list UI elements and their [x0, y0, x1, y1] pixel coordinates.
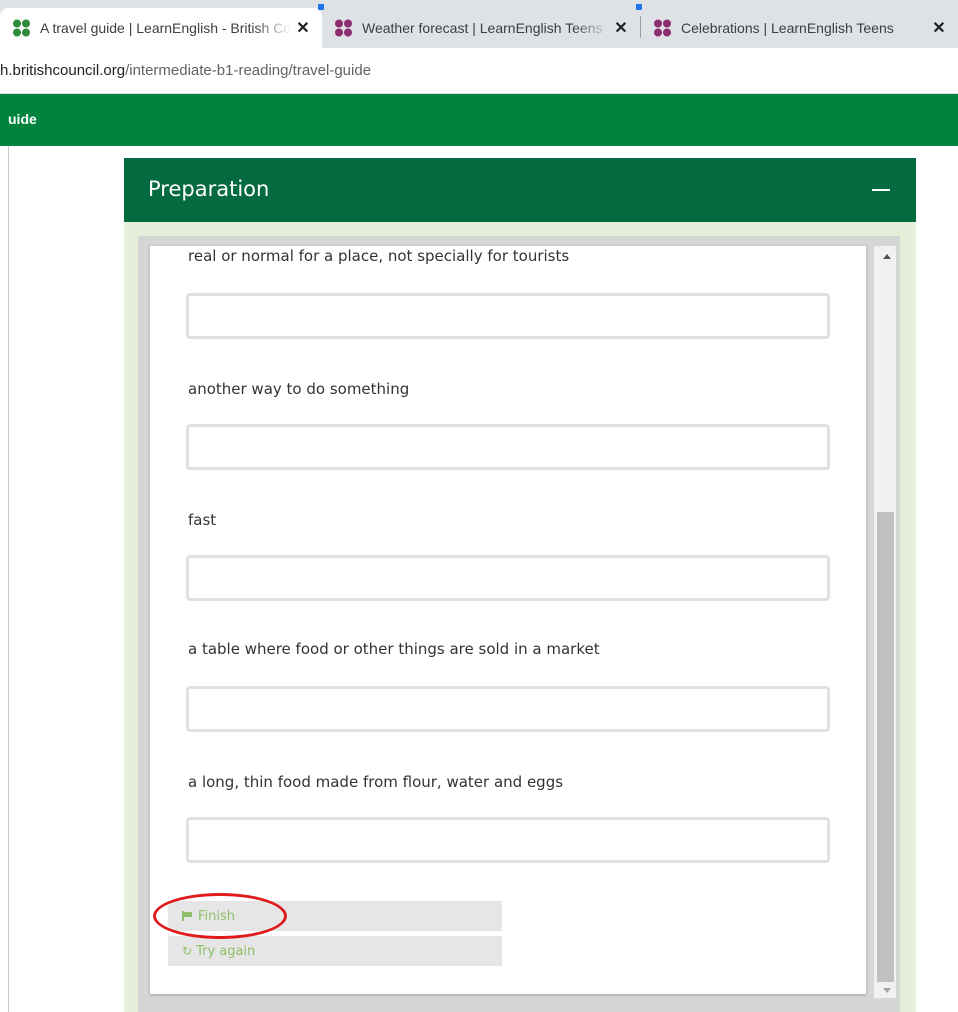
page-divider: [8, 146, 9, 1012]
url-text[interactable]: h.britishcouncil.org/intermediate-b1-rea…: [0, 62, 371, 79]
close-tab-icon[interactable]: ✕: [928, 18, 950, 38]
highlight-ellipse: [153, 893, 287, 939]
collapse-icon[interactable]: [872, 189, 890, 191]
question-prompt: real or normal for a place, not speciall…: [188, 247, 570, 265]
exercise-sheet: [150, 246, 866, 994]
learnenglish-teens-favicon-icon: [335, 19, 352, 37]
scroll-down-arrow-icon[interactable]: [883, 988, 891, 993]
tab-title: A travel guide | LearnEnglish - British …: [40, 20, 292, 36]
tab-title: Weather forecast | LearnEnglish Teens: [362, 20, 603, 36]
tab-celebrations[interactable]: Celebrations | LearnEnglish Teens ✕: [641, 8, 958, 48]
site-header-label[interactable]: uide: [8, 111, 37, 127]
scrollbar-thumb[interactable]: [877, 512, 894, 982]
learnenglish-teens-favicon-icon: [654, 19, 671, 37]
answer-input[interactable]: [186, 424, 830, 470]
try-again-label: Try again: [196, 943, 256, 959]
tab-travel-guide[interactable]: A travel guide | LearnEnglish - British …: [0, 8, 322, 48]
refresh-icon: ↻: [182, 944, 193, 958]
answer-input[interactable]: [186, 555, 830, 601]
url-path: /intermediate-b1-reading/travel-guide: [125, 62, 372, 79]
url-host: h.britishcouncil.org: [0, 62, 126, 79]
tab-title: Celebrations | LearnEnglish Teens: [681, 20, 894, 36]
site-header: uide: [0, 94, 958, 146]
answer-input[interactable]: [186, 817, 830, 863]
scroll-up-arrow-icon[interactable]: [883, 254, 891, 259]
learnenglish-favicon-icon: [13, 19, 30, 37]
close-tab-icon[interactable]: ✕: [292, 18, 314, 38]
close-tab-icon[interactable]: ✕: [610, 18, 632, 38]
answer-input[interactable]: [186, 293, 830, 339]
try-again-button[interactable]: ↻ Try again: [168, 936, 502, 966]
question-prompt: another way to do something: [188, 380, 410, 398]
panel-header[interactable]: Preparation: [124, 158, 916, 222]
question-prompt: a table where food or other things are s…: [188, 640, 600, 658]
address-bar[interactable]: h.britishcouncil.org/intermediate-b1-rea…: [0, 48, 958, 94]
question-prompt: fast: [188, 511, 217, 529]
tab-weather-forecast[interactable]: Weather forecast | LearnEnglish Teens ✕: [322, 8, 640, 48]
answer-input[interactable]: [186, 686, 830, 732]
panel-title: Preparation: [148, 177, 270, 201]
tab-strip: A travel guide | LearnEnglish - British …: [0, 0, 958, 48]
question-prompt: a long, thin food made from flour, water…: [188, 773, 564, 791]
